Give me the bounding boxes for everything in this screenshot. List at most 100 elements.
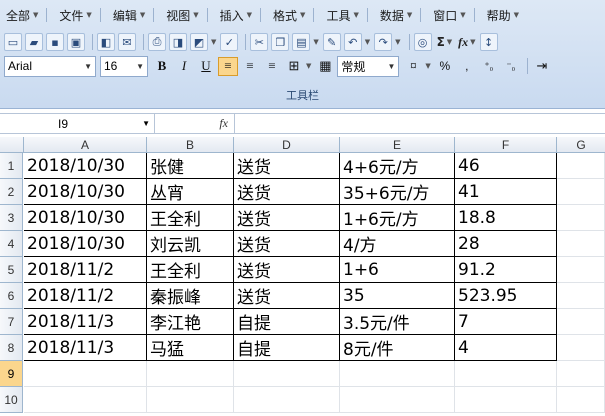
row-header[interactable]: 10 xyxy=(0,387,23,413)
table-cell[interactable] xyxy=(557,179,605,205)
table-cell[interactable]: 2018/11/2 xyxy=(24,283,147,309)
table-cell[interactable]: 送货 xyxy=(234,231,340,257)
row-header[interactable]: 4 xyxy=(0,231,23,257)
table-cell[interactable]: 35 xyxy=(340,283,455,309)
table-cell[interactable] xyxy=(557,387,605,413)
chevron-down-icon[interactable]: ▼ xyxy=(425,62,430,70)
table-cell[interactable]: 41 xyxy=(455,179,557,205)
table-cell[interactable]: 送货 xyxy=(234,153,340,179)
table-cell[interactable]: 2018/11/2 xyxy=(24,257,147,283)
table-cell[interactable]: 4/方 xyxy=(340,231,455,257)
table-cell[interactable]: 王全利 xyxy=(147,205,234,231)
row-header[interactable]: 9 xyxy=(0,361,23,387)
table-cell[interactable] xyxy=(557,231,605,257)
align-left-icon[interactable]: ≡ xyxy=(218,56,238,76)
table-cell[interactable] xyxy=(234,361,340,387)
table-cell[interactable] xyxy=(557,205,605,231)
table-cell[interactable]: 1+6 xyxy=(340,257,455,283)
row-header[interactable]: 5 xyxy=(0,257,23,283)
column-header[interactable]: F xyxy=(455,137,557,153)
row-header[interactable]: 8 xyxy=(0,335,23,361)
merge-center-icon[interactable]: ⊞ xyxy=(284,57,304,76)
row-header[interactable]: 2 xyxy=(0,179,23,205)
table-cell[interactable]: 丛宵 xyxy=(147,179,234,205)
open-folder-icon[interactable]: ▰ xyxy=(25,33,43,51)
permission-icon[interactable]: ▣ xyxy=(67,33,85,51)
table-cell[interactable]: 2018/10/30 xyxy=(24,179,147,205)
table-cell[interactable]: 2018/11/3 xyxy=(24,335,147,361)
table-cell[interactable]: 2018/10/30 xyxy=(24,205,147,231)
table-cell[interactable]: 刘云凯 xyxy=(147,231,234,257)
font-size-select[interactable]: 16 ▼ xyxy=(100,55,148,77)
row-header[interactable]: 1 xyxy=(0,153,23,179)
select-all-corner[interactable] xyxy=(0,137,24,153)
table-cell[interactable] xyxy=(557,257,605,283)
print-preview-icon[interactable]: ◨ xyxy=(169,33,187,51)
table-cell[interactable]: 送货 xyxy=(234,283,340,309)
sort-ascending-icon[interactable]: ↕ xyxy=(479,33,498,51)
row-header[interactable]: 7 xyxy=(0,309,23,335)
table-cell[interactable]: 3.5元/件 xyxy=(340,309,455,335)
table-cell[interactable]: 18.8 xyxy=(455,205,557,231)
paste-icon[interactable]: ▤ xyxy=(292,33,311,51)
row-header[interactable]: 3 xyxy=(0,205,23,231)
table-cell[interactable] xyxy=(340,361,455,387)
chevron-down-icon[interactable]: ▼ xyxy=(313,38,318,46)
table-cell[interactable] xyxy=(24,361,147,387)
increase-decimal-icon[interactable]: ⁺₀ xyxy=(479,57,499,76)
email-icon[interactable]: ✉ xyxy=(118,33,136,51)
table-cell[interactable]: 马猛 xyxy=(147,335,234,361)
name-box[interactable]: I9 ▼ xyxy=(0,114,155,133)
table-cell[interactable] xyxy=(557,283,605,309)
table-cell[interactable] xyxy=(557,309,605,335)
menu-format[interactable]: 格式 ▼ xyxy=(267,7,305,24)
table-cell[interactable]: 4 xyxy=(455,335,557,361)
chevron-down-icon[interactable]: ▼ xyxy=(365,38,370,46)
table-cell[interactable] xyxy=(147,387,234,413)
save-icon[interactable]: ▪ xyxy=(46,33,64,51)
currency-icon[interactable]: ¤ xyxy=(403,57,423,76)
table-cell[interactable] xyxy=(147,361,234,387)
table-cell[interactable]: 8元/件 xyxy=(340,335,455,361)
table-cell[interactable]: 自提 xyxy=(234,309,340,335)
chevron-down-icon[interactable]: ▼ xyxy=(447,38,452,46)
column-header[interactable]: B xyxy=(147,137,234,153)
function-icon[interactable]: fx xyxy=(155,114,235,133)
menu-all[interactable]: 全部 ▼ xyxy=(0,7,38,24)
menu-tools[interactable]: 工具 ▼ xyxy=(320,7,358,24)
comma-button[interactable]: , xyxy=(457,57,477,76)
column-header[interactable]: A xyxy=(24,137,147,153)
copy-icon[interactable]: ❐ xyxy=(271,33,290,51)
menu-edit[interactable]: 编辑 ▼ xyxy=(107,7,145,24)
chevron-down-icon[interactable]: ▼ xyxy=(306,62,311,70)
autosum-button[interactable]: Σ xyxy=(437,35,445,49)
table-cell[interactable] xyxy=(455,387,557,413)
bold-button[interactable]: B xyxy=(152,57,172,76)
chevron-down-icon[interactable]: ▼ xyxy=(470,38,475,46)
table-cell[interactable]: 28 xyxy=(455,231,557,257)
table-cell[interactable] xyxy=(557,361,605,387)
table-cell[interactable] xyxy=(557,335,605,361)
menu-data[interactable]: 数据 ▼ xyxy=(374,7,412,24)
cut-icon[interactable]: ✂ xyxy=(250,33,269,51)
table-cell[interactable]: 7 xyxy=(455,309,557,335)
menu-view[interactable]: 视图 ▼ xyxy=(160,7,198,24)
row-header[interactable]: 6 xyxy=(0,283,23,309)
redo-icon[interactable]: ↷ xyxy=(374,33,393,51)
table-cell[interactable]: 4+6元/方 xyxy=(340,153,455,179)
formula-input[interactable] xyxy=(235,114,605,133)
table-cell[interactable]: 46 xyxy=(455,153,557,179)
print-icon[interactable]: ⎙ xyxy=(148,33,166,51)
table-cell[interactable]: 张健 xyxy=(147,153,234,179)
insert-function-button[interactable]: fx xyxy=(458,35,468,50)
table-cell[interactable]: 35+6元/方 xyxy=(340,179,455,205)
table-cell[interactable] xyxy=(234,387,340,413)
table-cell[interactable]: 秦振峰 xyxy=(147,283,234,309)
table-cell[interactable]: 送货 xyxy=(234,179,340,205)
table-cell[interactable]: 91.2 xyxy=(455,257,557,283)
pdf-icon[interactable]: ◧ xyxy=(97,33,115,51)
align-center-icon[interactable]: ≡ xyxy=(240,57,260,76)
table-cell[interactable] xyxy=(557,153,605,179)
table-cell[interactable]: 自提 xyxy=(234,335,340,361)
format-painter-icon[interactable]: ✎ xyxy=(322,33,341,51)
